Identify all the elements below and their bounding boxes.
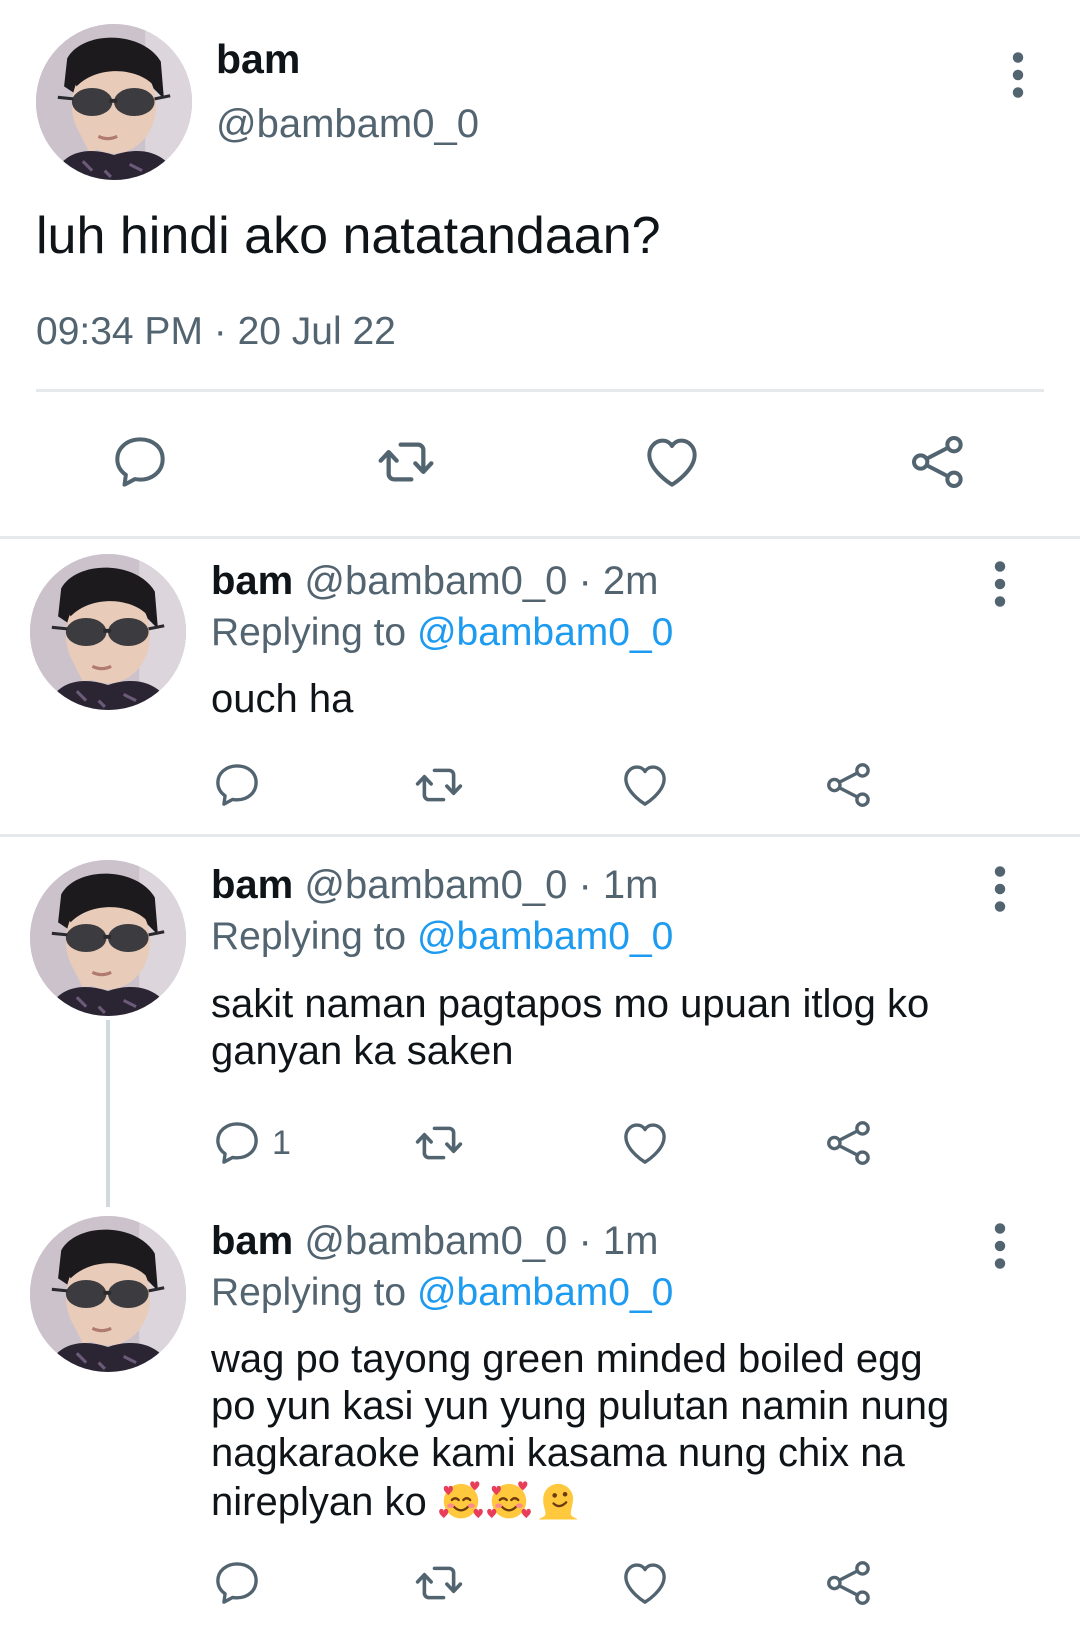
reply-actions [0, 758, 1080, 818]
replying-to: Replying to @bambam0_0 [211, 1271, 673, 1315]
reply-actions [0, 1556, 1080, 1616]
tweet-text: luh hindi ako natatandaan? [36, 207, 661, 265]
more-vertical-icon[interactable] [982, 1221, 1018, 1271]
author-handle[interactable]: @bambam0_0 [304, 863, 567, 907]
melting-face-icon [534, 1477, 580, 1523]
reply-tweet[interactable]: bam @bambam0_0 · 1m Replying to @bambam0… [0, 837, 1080, 1207]
avatar[interactable] [30, 860, 186, 1016]
avatar[interactable] [30, 554, 186, 710]
reply-tweet[interactable]: bam @bambam0_0 · 2m Replying to @bambam0… [0, 539, 1080, 834]
speech-bubble-icon[interactable] [210, 758, 264, 812]
tweet-actions [0, 430, 1080, 500]
author-name[interactable]: bam [211, 559, 293, 603]
author-name[interactable]: bam [216, 36, 300, 83]
more-vertical-icon[interactable] [982, 559, 1018, 609]
reply-text-line: nireplyan ko [211, 1477, 1011, 1526]
share-icon[interactable] [822, 1556, 876, 1610]
retweet-icon[interactable] [412, 758, 466, 812]
replying-to-label: Replying to [211, 611, 407, 654]
reply-text: wag po tayong green minded boiled egg po… [211, 1336, 1011, 1526]
replying-to-link[interactable]: @bambam0_0 [417, 611, 673, 654]
author-name[interactable]: bam [211, 1219, 293, 1263]
reply-text-line: wag po tayong green minded boiled egg [211, 1337, 923, 1381]
reply-header: bam @bambam0_0 · 1m [211, 1219, 659, 1264]
replying-to-link[interactable]: @bambam0_0 [417, 1271, 673, 1314]
speech-bubble-icon[interactable] [108, 430, 172, 494]
share-icon[interactable] [822, 758, 876, 812]
speech-bubble-icon[interactable] [210, 1116, 264, 1170]
retweet-icon[interactable] [374, 430, 438, 494]
reply-tweet[interactable]: bam @bambam0_0 · 1m Replying to @bambam0… [0, 1201, 1080, 1641]
smiling-face-with-hearts-icon [438, 1477, 484, 1523]
main-tweet: bam @bambam0_0 luh hindi ako natatandaan… [0, 0, 1080, 536]
share-icon[interactable] [906, 430, 970, 494]
reply-text: ouch ha [211, 677, 354, 721]
reply-text-line: nagkaraoke kami kasama nung chix na [211, 1431, 905, 1475]
separator-dot: · [578, 1219, 592, 1263]
thread-line [106, 1020, 110, 1207]
reply-time: 2m [602, 559, 659, 603]
retweet-icon[interactable] [412, 1116, 466, 1170]
avatar[interactable] [30, 1216, 186, 1372]
reply-text-line: ganyan ka saken [211, 1029, 514, 1073]
avatar[interactable] [36, 24, 192, 180]
reply-text-segment: nireplyan ko [211, 1480, 427, 1524]
replying-to: Replying to @bambam0_0 [211, 611, 673, 655]
reply-header: bam @bambam0_0 · 2m [211, 559, 659, 604]
author-handle[interactable]: @bambam0_0 [216, 102, 479, 147]
separator-dot: · [578, 863, 592, 907]
reply-actions: 1 [0, 1116, 1080, 1176]
tweet-timestamp: 09:34 PM · 20 Jul 22 [36, 310, 396, 353]
smiling-face-with-hearts-icon [486, 1477, 532, 1523]
divider [36, 389, 1044, 392]
retweet-icon[interactable] [412, 1556, 466, 1610]
reply-text: sakit naman pagtapos mo upuan itlog ko g… [211, 981, 1011, 1075]
replying-to: Replying to @bambam0_0 [211, 915, 673, 959]
replying-to-link[interactable]: @bambam0_0 [417, 915, 673, 958]
heart-icon[interactable] [618, 1116, 672, 1170]
reply-time: 1m [602, 863, 659, 907]
author-handle[interactable]: @bambam0_0 [304, 1219, 567, 1263]
replying-to-label: Replying to [211, 1271, 407, 1314]
author-name[interactable]: bam [211, 863, 293, 907]
reply-count: 1 [272, 1124, 291, 1162]
share-icon[interactable] [822, 1116, 876, 1170]
more-vertical-icon[interactable] [1000, 50, 1036, 100]
more-vertical-icon[interactable] [982, 864, 1018, 914]
author-handle[interactable]: @bambam0_0 [304, 559, 567, 603]
reply-text-line: po yun kasi yun yung pulutan namin nung [211, 1384, 950, 1428]
replying-to-label: Replying to [211, 915, 407, 958]
heart-icon[interactable] [640, 430, 704, 494]
reply-header: bam @bambam0_0 · 1m [211, 863, 659, 908]
reply-text-line: sakit naman pagtapos mo upuan itlog ko [211, 982, 930, 1026]
heart-icon[interactable] [618, 758, 672, 812]
speech-bubble-icon[interactable] [210, 1556, 264, 1610]
reply-time: 1m [602, 1219, 659, 1263]
heart-icon[interactable] [618, 1556, 672, 1610]
separator-dot: · [578, 559, 592, 603]
